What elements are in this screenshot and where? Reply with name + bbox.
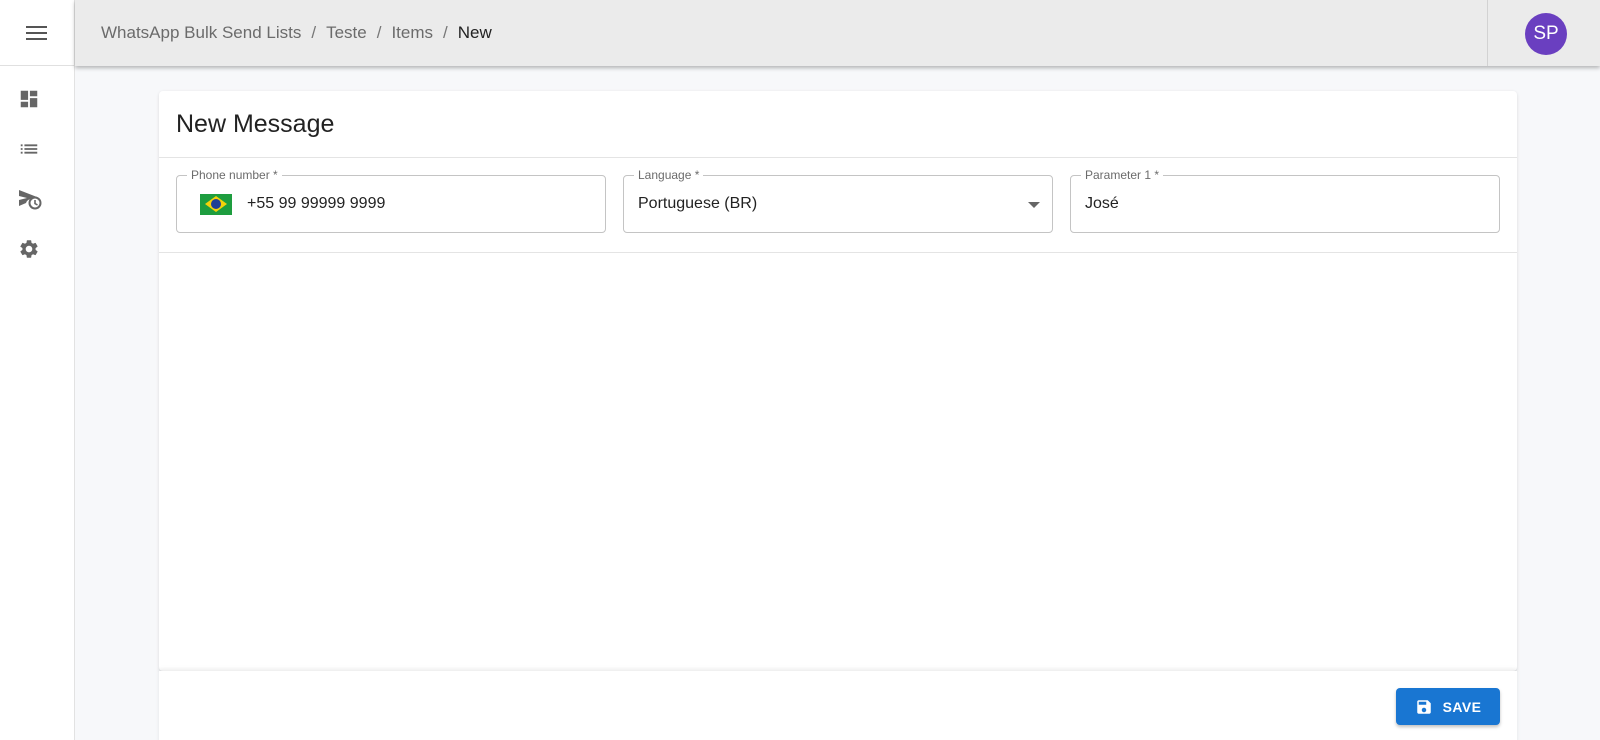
hamburger-menu-icon: [26, 25, 48, 41]
avatar[interactable]: SP: [1525, 13, 1567, 55]
phone-number-label: Phone number *: [187, 168, 282, 182]
breadcrumb-separator: /: [376, 23, 382, 42]
breadcrumb: WhatsApp Bulk Send Lists / Teste / Items…: [101, 0, 492, 66]
parameter-1-label: Parameter 1 *: [1081, 168, 1164, 182]
language-label: Language *: [634, 168, 704, 182]
dashboard-icon: [18, 88, 40, 110]
message-form-card: New Message Phone number * Language * Po…: [159, 91, 1517, 671]
sidebar-item-dashboard[interactable]: [0, 74, 74, 124]
sidebar: [0, 0, 75, 740]
form-footer: SAVE: [159, 671, 1517, 740]
floppy-disk-icon: [1415, 698, 1433, 716]
header-divider: [1487, 0, 1488, 66]
brazil-flag-icon[interactable]: [200, 193, 232, 215]
gear-icon: [18, 238, 40, 260]
sidebar-nav: [0, 66, 74, 274]
breadcrumb-current: New: [457, 23, 492, 42]
list-icon: [18, 138, 40, 160]
breadcrumb-item-lists[interactable]: WhatsApp Bulk Send Lists: [101, 23, 301, 43]
top-app-bar: WhatsApp Bulk Send Lists / Teste / Items…: [75, 0, 1600, 66]
breadcrumb-item-list[interactable]: Teste: [326, 23, 367, 43]
language-selected-value: Portuguese (BR): [638, 195, 758, 212]
save-button[interactable]: SAVE: [1396, 688, 1500, 725]
phone-number-field[interactable]: Phone number *: [176, 168, 606, 233]
save-button-label: SAVE: [1442, 698, 1482, 715]
sidebar-item-lists[interactable]: [0, 124, 74, 174]
parameter-1-field[interactable]: Parameter 1 *: [1070, 168, 1500, 233]
breadcrumb-separator: /: [311, 23, 317, 42]
form-fields-row: Phone number * Language * Portuguese (BR…: [159, 158, 1517, 253]
language-select[interactable]: Language * Portuguese (BR): [623, 168, 1053, 233]
scheduled-send-icon: [18, 188, 42, 210]
sidebar-item-settings[interactable]: [0, 224, 74, 274]
dropdown-arrow-icon: [1028, 202, 1040, 208]
menu-toggle-button[interactable]: [0, 0, 74, 66]
sidebar-item-scheduled[interactable]: [0, 174, 74, 224]
breadcrumb-separator: /: [443, 23, 448, 42]
breadcrumb-item-items[interactable]: Items: [391, 23, 433, 43]
page-title: New Message: [159, 91, 1517, 158]
phone-number-input[interactable]: [247, 195, 579, 213]
parameter-1-input[interactable]: [1085, 195, 1417, 213]
